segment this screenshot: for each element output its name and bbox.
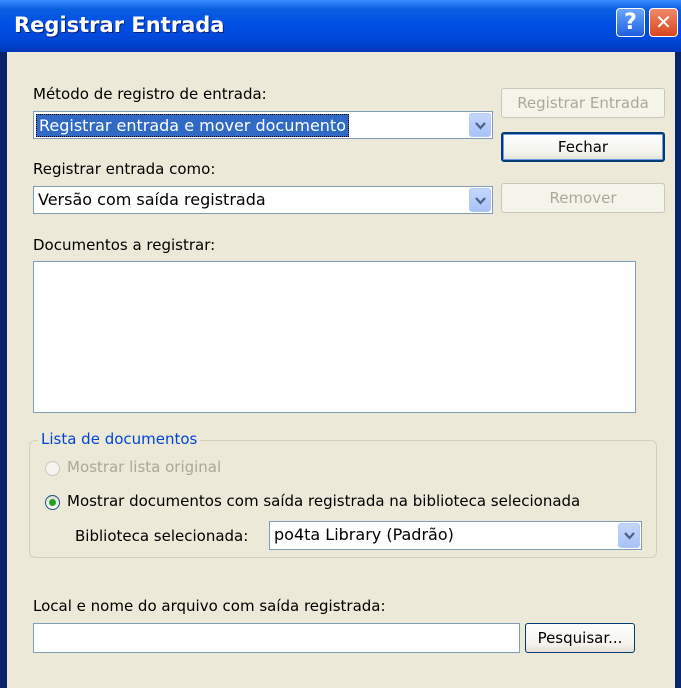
browse-button[interactable]: Pesquisar... [525, 623, 635, 653]
dialog-window: Registrar Entrada ? ✕ Método de registro… [0, 0, 681, 688]
close-button[interactable]: Fechar [501, 132, 665, 162]
file-path-input[interactable] [33, 623, 520, 653]
title-bar[interactable]: Registrar Entrada ? ✕ [0, 0, 681, 52]
checkin-as-value: Versão com saída registrada [38, 190, 266, 209]
method-select[interactable]: Registrar entrada e mover documento [33, 111, 493, 139]
document-list-group: Lista de documentos Mostrar lista origin… [29, 430, 657, 558]
remove-button[interactable]: Remover [501, 183, 665, 213]
chevron-down-icon[interactable] [469, 113, 491, 137]
radio-original-list[interactable] [45, 461, 60, 476]
documents-list[interactable] [33, 261, 636, 413]
library-select[interactable]: po4ta Library (Padrão) [269, 521, 642, 550]
window-title: Registrar Entrada [14, 13, 225, 37]
documents-label: Documentos a registrar: [33, 236, 216, 254]
method-selected-value: Registrar entrada e mover documento [36, 114, 349, 137]
option-original-label[interactable]: Mostrar lista original [67, 458, 221, 476]
chevron-down-icon[interactable] [618, 523, 640, 548]
close-icon[interactable]: ✕ [649, 8, 678, 37]
file-label: Local e nome do arquivo com saída regist… [33, 597, 386, 615]
option-library-label[interactable]: Mostrar documentos com saída registrada … [67, 492, 580, 510]
radio-library-docs[interactable] [45, 495, 60, 510]
checkin-as-label: Registrar entrada como: [33, 160, 216, 178]
library-value: po4ta Library (Padrão) [274, 525, 454, 544]
help-icon[interactable]: ? [616, 8, 645, 37]
dialog-body: Método de registro de entrada: Registrar… [7, 52, 675, 688]
radio-selected-icon [49, 499, 56, 506]
group-legend: Lista de documentos [38, 430, 201, 448]
method-label: Método de registro de entrada: [33, 85, 267, 103]
chevron-down-icon[interactable] [469, 188, 491, 212]
checkin-button[interactable]: Registrar Entrada [501, 88, 665, 118]
library-label: Biblioteca selecionada: [75, 527, 249, 545]
checkin-as-select[interactable]: Versão com saída registrada [33, 186, 493, 214]
